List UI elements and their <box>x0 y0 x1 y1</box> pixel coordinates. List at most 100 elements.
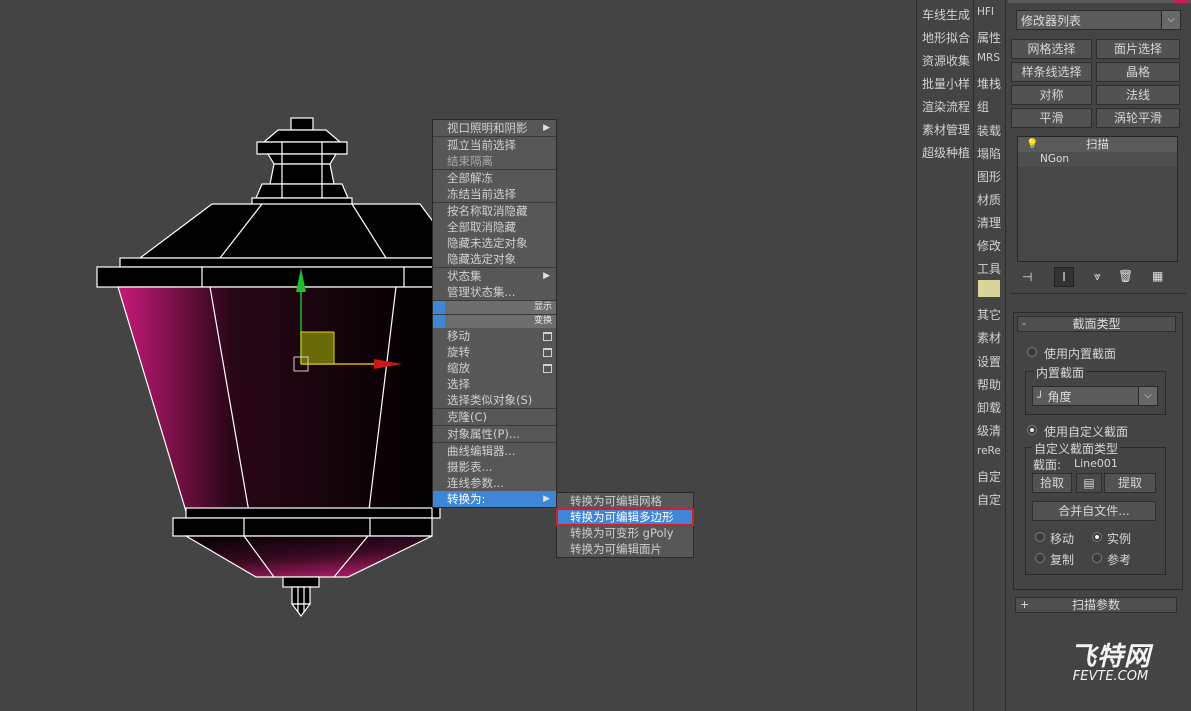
quad-menu-item[interactable]: 曲线编辑器... <box>433 442 556 459</box>
modifier-button[interactable]: 晶格 <box>1096 62 1180 82</box>
script-tab[interactable]: 素材管理 <box>922 121 970 138</box>
script-tab[interactable]: HFI <box>977 6 994 18</box>
quad-menu-item[interactable]: 选择 <box>433 376 556 392</box>
script-tab[interactable]: 帮助 <box>977 376 1001 393</box>
quad-menu-item-label: 孤立当前选择 <box>447 138 516 152</box>
script-tab[interactable]: 工具 <box>977 260 1001 277</box>
quad-menu-item-label: 转换为: <box>447 492 486 506</box>
quad-menu-item[interactable]: 全部解冻 <box>433 169 556 186</box>
modifier-button[interactable]: 平滑 <box>1011 108 1092 128</box>
quad-menu-item[interactable]: 缩放 <box>433 360 556 376</box>
modifier-button[interactable]: 样条线选择 <box>1011 62 1092 82</box>
quad-menu-item[interactable]: 管理状态集... <box>433 284 556 300</box>
script-tab[interactable]: 装载 <box>977 122 1001 139</box>
configure-modifier-sets-icon[interactable]: ▦ <box>1152 269 1163 283</box>
script-tab[interactable]: 设置 <box>977 353 1001 370</box>
script-tab[interactable]: 堆栈 <box>977 75 1001 92</box>
options-box-icon[interactable] <box>543 332 552 341</box>
move-radio[interactable] <box>1035 532 1045 542</box>
highlighted-tab[interactable] <box>978 280 1000 298</box>
modifier-list-dropdown[interactable]: 修改器列表 ⌵ <box>1016 10 1181 30</box>
stack-item-ngon[interactable]: NGon <box>1018 152 1177 167</box>
sweep-params-rollout-title[interactable]: + 扫描参数 <box>1015 597 1177 613</box>
quad-menu-item[interactable]: 隐藏未选定对象 <box>433 235 556 251</box>
modifier-button[interactable]: 法线 <box>1096 85 1180 105</box>
quad-menu-item[interactable]: 状态集 ▶ <box>433 267 556 284</box>
extract-button[interactable]: 提取 <box>1104 473 1156 493</box>
script-tab[interactable]: MRS <box>977 52 1000 64</box>
builtin-section-dropdown[interactable]: ┘ 角度 ⌵ <box>1032 386 1158 406</box>
pin-stack-icon[interactable]: ⊣ <box>1022 270 1032 284</box>
script-tab[interactable]: 塌陷 <box>977 145 1001 162</box>
instance-radio[interactable] <box>1092 532 1102 542</box>
use-builtin-radio[interactable] <box>1027 347 1037 357</box>
script-tab[interactable]: 资源收集 <box>922 52 970 69</box>
quad-menu-item[interactable]: 全部取消隐藏 <box>433 219 556 235</box>
copy-radio[interactable] <box>1035 553 1045 563</box>
script-tab[interactable]: 自定 <box>977 491 1001 508</box>
quad-menu-item[interactable]: 选择类似对象(S) <box>433 392 556 408</box>
quad-menu-item[interactable]: 移动 <box>433 328 556 344</box>
modifier-button[interactable]: 对称 <box>1011 85 1092 105</box>
quad-menu-item[interactable]: 冻结当前选择 <box>433 186 556 202</box>
quad-menu-item[interactable]: 转换为: ▶ <box>433 491 556 507</box>
script-tab[interactable]: 组 <box>977 98 989 115</box>
convert-submenu-item[interactable]: 转换为可编辑网格 <box>557 493 693 509</box>
script-tab[interactable]: 级清 <box>977 422 1001 439</box>
convert-submenu-item[interactable]: 转换为可变形 gPoly <box>557 525 693 541</box>
use-custom-radio[interactable] <box>1027 425 1037 435</box>
quad-menu-item-label: 按名称取消隐藏 <box>447 204 528 218</box>
modifier-button[interactable]: 涡轮平滑 <box>1096 108 1180 128</box>
convert-submenu-item[interactable]: 转换为可编辑面片 <box>557 541 693 557</box>
script-tab[interactable]: reRe <box>977 445 1001 457</box>
script-tab[interactable]: 属性 <box>977 29 1001 46</box>
script-tab[interactable]: 卸载 <box>977 399 1001 416</box>
quad-menu-item[interactable]: 克隆(C) <box>433 408 556 425</box>
script-tab[interactable]: 材质 <box>977 191 1001 208</box>
script-tab[interactable]: 超级种植 <box>922 144 970 161</box>
script-tab[interactable]: 其它 <box>977 306 1001 323</box>
script-tab[interactable]: 自定 <box>977 468 1001 485</box>
quad-menu-item[interactable]: 连线参数... <box>433 475 556 491</box>
quad-menu-item[interactable]: 对象属性(P)... <box>433 425 556 442</box>
reference-radio[interactable] <box>1092 553 1102 563</box>
perspective-viewport[interactable]: 视口照明和阴影 ▶ 孤立当前选择 结束隔离 全部解冻 冻结当前选择按名称取消隐藏 全部取消隐… <box>0 0 916 711</box>
color-swatch[interactable] <box>1174 0 1188 3</box>
quad-menu-item[interactable]: 视口照明和阴影 ▶ <box>433 120 556 136</box>
script-tab[interactable]: 车线生成 <box>922 6 970 23</box>
pick-from-scene-icon-button[interactable]: ▤ <box>1076 473 1102 493</box>
modifier-button[interactable]: 网格选择 <box>1011 39 1092 59</box>
quad-menu-item-label: 移动 <box>447 329 470 343</box>
options-box-icon[interactable] <box>543 364 552 373</box>
script-tab[interactable]: 清理 <box>977 214 1001 231</box>
script-tab[interactable]: 素材 <box>977 329 1001 346</box>
merge-from-file-button[interactable]: 合并自文件... <box>1032 501 1156 521</box>
instance-label: 实例 <box>1107 532 1132 546</box>
pick-button[interactable]: 拾取 <box>1032 473 1072 493</box>
quad-menu-item[interactable]: 结束隔离 <box>433 153 556 169</box>
lightbulb-icon[interactable]: 💡 <box>1026 137 1038 152</box>
convert-submenu-item[interactable]: 转换为可编辑多边形 <box>556 508 694 526</box>
remove-modifier-icon[interactable]: 🗑 <box>1118 269 1133 283</box>
quad-header-display-label: 显示 <box>533 302 552 312</box>
script-tab[interactable]: 修改 <box>977 237 1001 254</box>
script-tab[interactable]: 批量小样 <box>922 75 970 92</box>
script-tab[interactable]: 图形 <box>977 168 1001 185</box>
quad-menu-item[interactable]: 按名称取消隐藏 <box>433 202 556 219</box>
modifier-stack[interactable]: 💡 扫描 NGon <box>1017 136 1178 262</box>
modifier-button[interactable]: 面片选择 <box>1096 39 1180 59</box>
script-tab[interactable]: 地形拟合 <box>922 29 970 46</box>
section-type-rollout-title[interactable]: - 截面类型 <box>1017 316 1176 332</box>
quad-menu-item[interactable]: 旋转 <box>433 344 556 360</box>
show-end-result-icon[interactable]: Ⅰ <box>1054 267 1074 287</box>
copy-label: 复制 <box>1050 553 1075 567</box>
stack-item-sweep[interactable]: 💡 扫描 <box>1018 137 1177 152</box>
quad-menu-item[interactable]: 孤立当前选择 <box>433 136 556 153</box>
script-tab[interactable]: 渲染流程 <box>922 98 970 115</box>
make-unique-icon[interactable]: ⩔ <box>1094 269 1101 284</box>
quad-menu-item[interactable]: 摄影表... <box>433 459 556 475</box>
section-label: 截面: <box>1033 458 1062 472</box>
options-box-icon[interactable] <box>543 348 552 357</box>
quad-header-display: 显示 <box>433 300 556 314</box>
quad-menu-item[interactable]: 隐藏选定对象 <box>433 251 556 267</box>
